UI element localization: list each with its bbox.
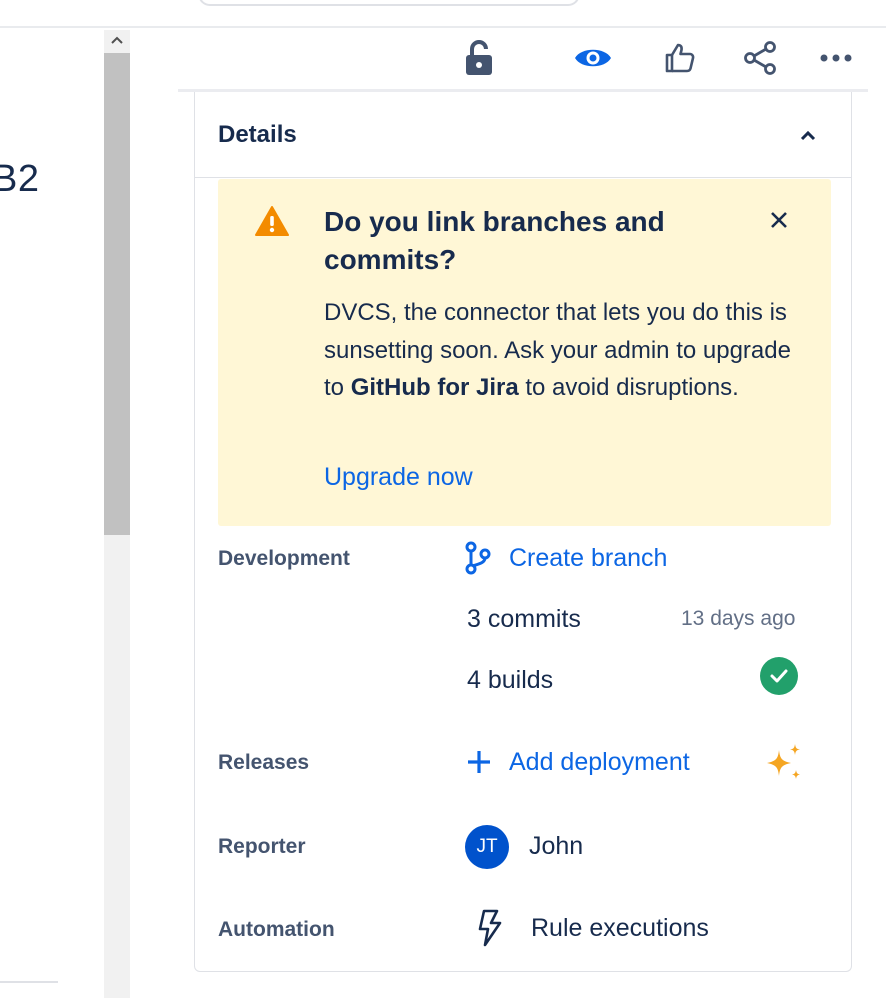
restrictions-button[interactable] <box>459 38 499 78</box>
scroll-thumb[interactable] <box>104 53 130 535</box>
close-icon <box>771 212 787 228</box>
banner-body: DVCS, the connector that lets you do thi… <box>324 294 794 407</box>
branch-icon <box>463 540 493 576</box>
warning-icon <box>255 205 289 242</box>
vote-button[interactable] <box>660 38 700 78</box>
commits-timestamp: 13 days ago <box>681 607 796 630</box>
builds-link[interactable]: 4 builds <box>467 666 553 695</box>
eye-icon <box>575 49 611 67</box>
development-label: Development <box>218 547 350 570</box>
dvcs-warning-banner: Do you link branches and commits? DVCS, … <box>218 179 831 526</box>
more-actions-button[interactable] <box>816 38 856 78</box>
automation-label: Automation <box>218 918 335 941</box>
watch-button[interactable] <box>573 38 613 78</box>
share-button[interactable] <box>740 38 780 78</box>
thumbs-up-icon <box>665 43 695 73</box>
releases-label: Releases <box>218 751 310 774</box>
rule-executions-link[interactable]: Rule executions <box>531 914 709 943</box>
lightning-icon <box>477 908 503 948</box>
reporter-name[interactable]: John <box>529 832 583 861</box>
commits-link[interactable]: 3 commits <box>467 605 581 634</box>
more-icon <box>820 54 852 62</box>
search-bar[interactable] <box>198 0 580 6</box>
add-deployment-link[interactable]: Add deployment <box>509 748 690 777</box>
banner-body-text-end: to avoid disruptions. <box>518 374 739 401</box>
details-title: Details <box>218 121 297 148</box>
collapse-details-button[interactable] <box>793 120 823 150</box>
share-icon <box>744 41 776 75</box>
sparkle-icon[interactable] <box>763 742 805 784</box>
top-divider <box>0 26 886 28</box>
plus-icon <box>466 749 492 775</box>
banner-close-button[interactable] <box>764 205 794 235</box>
details-panel: Details Do you link branches and commits… <box>194 92 852 972</box>
scroll-up-button[interactable] <box>104 30 130 50</box>
issue-title-fragment: B2 <box>0 158 40 200</box>
chevron-up-icon <box>800 130 816 140</box>
upgrade-now-link[interactable]: Upgrade now <box>324 463 473 492</box>
left-divider <box>0 981 58 983</box>
scrollbar[interactable] <box>104 30 130 998</box>
banner-title: Do you link branches and commits? <box>324 206 665 275</box>
lock-open-icon <box>466 40 492 75</box>
reporter-label: Reporter <box>218 835 306 858</box>
create-branch-link[interactable]: Create branch <box>509 544 667 573</box>
details-header[interactable]: Details <box>195 92 851 178</box>
check-circle-icon <box>759 656 799 696</box>
avatar[interactable]: JT <box>465 825 509 869</box>
chevron-up-icon <box>111 36 123 44</box>
banner-body-bold: GitHub for Jira <box>350 374 519 401</box>
